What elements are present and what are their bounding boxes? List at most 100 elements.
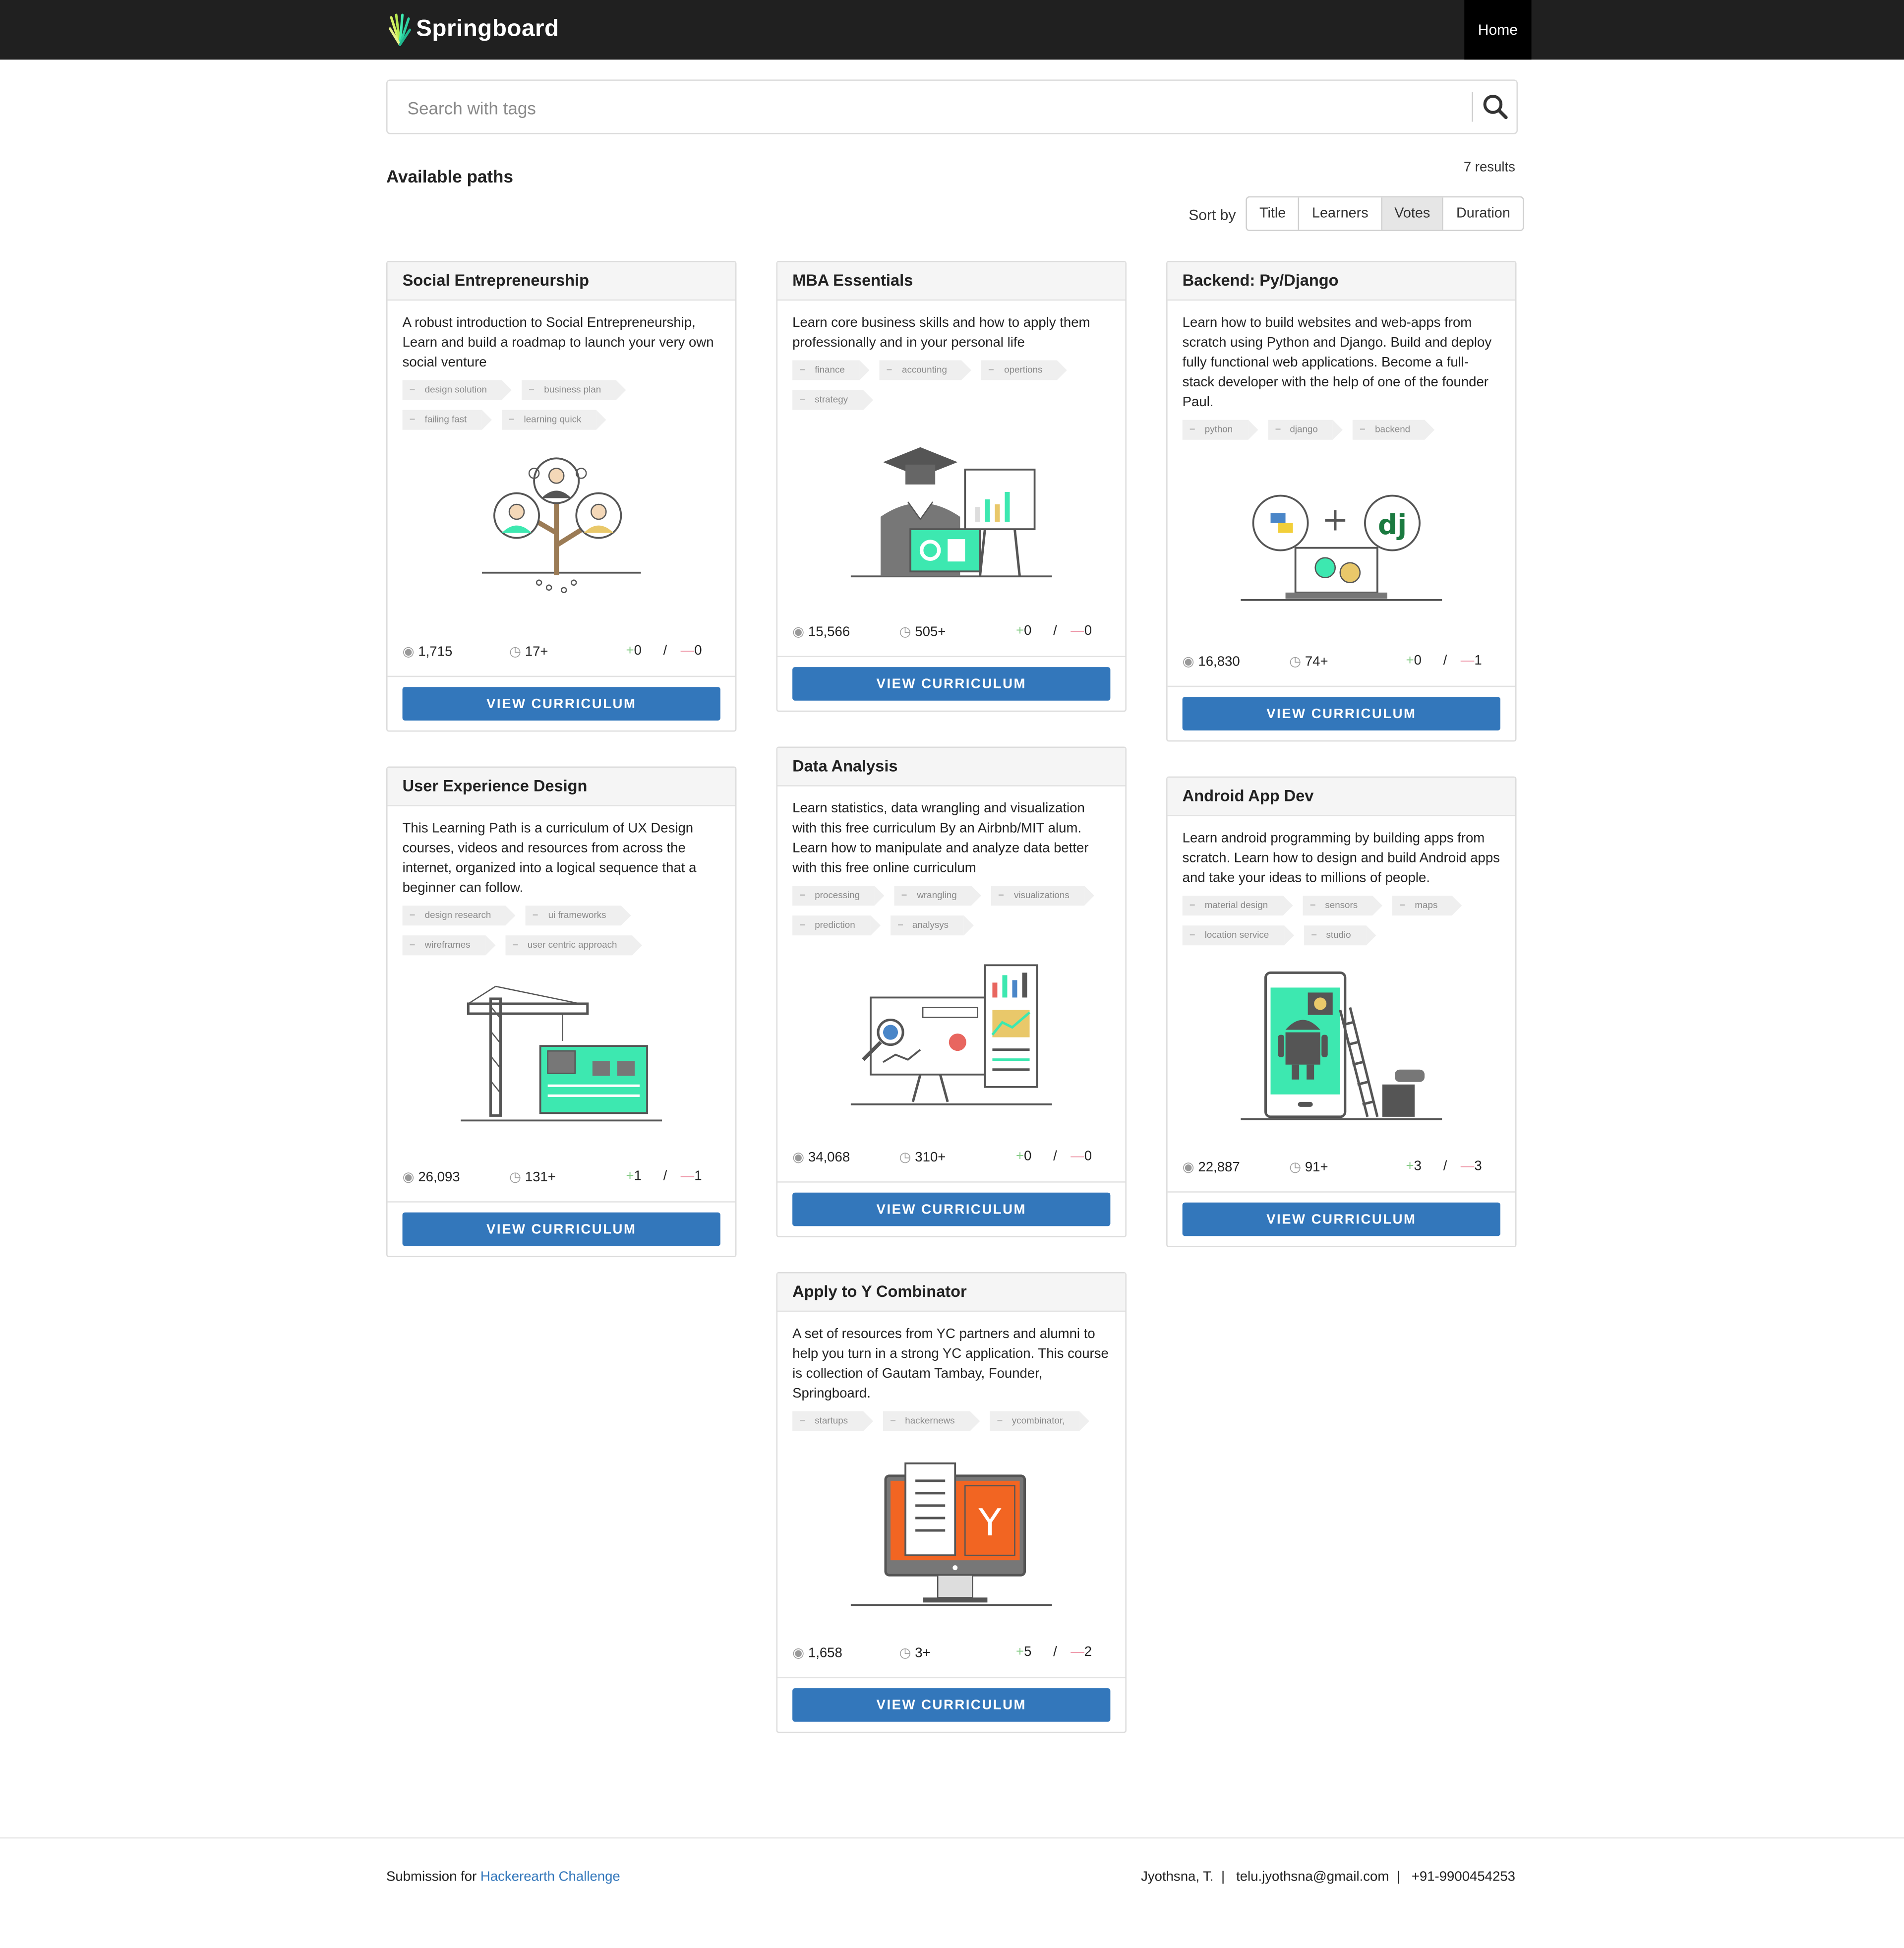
tag[interactable]: opertions (982, 360, 1068, 380)
downvote-count[interactable]: —0 (681, 644, 702, 659)
card-description: A set of resources from YC partners and … (792, 1327, 1109, 1401)
downvote-count[interactable]: —0 (1071, 1149, 1092, 1164)
tag[interactable]: design research (402, 906, 517, 926)
search-icon[interactable] (1481, 93, 1510, 121)
tag[interactable]: sensors (1303, 896, 1383, 916)
duration-value: ◷ 505+ (899, 624, 946, 640)
card-title: Apply to Y Combinator (777, 1273, 1126, 1312)
tag[interactable]: accounting (879, 360, 972, 380)
card-title: Android App Dev (1167, 778, 1515, 816)
vote-separator: / (663, 643, 667, 659)
tag[interactable]: ycombinator, (989, 1411, 1089, 1431)
brand-logo[interactable]: Springboard (389, 12, 559, 47)
nav-home[interactable]: Home (1464, 0, 1532, 60)
python-django-laptop-icon: + dj (1183, 440, 1500, 641)
card-description: This Learning Path is a curriculum of UX… (402, 821, 697, 896)
tag[interactable]: material design (1182, 896, 1293, 916)
view-curriculum-button[interactable]: VIEW CURRICULUM (792, 1688, 1111, 1722)
plus-icon: + (626, 1169, 634, 1184)
tag[interactable]: analysys (890, 915, 974, 936)
tag[interactable]: backend (1352, 420, 1436, 440)
tag[interactable]: failing fast (402, 410, 491, 430)
view-curriculum-button[interactable]: VIEW CURRICULUM (402, 1212, 720, 1246)
tag[interactable]: studio (1304, 925, 1376, 946)
upvote-count[interactable]: +1 (626, 1169, 641, 1184)
svg-text:dj: dj (1378, 509, 1407, 541)
upvote-count[interactable]: +0 (626, 644, 641, 659)
plus-icon: + (1406, 1159, 1414, 1174)
sort-options: Title Learners Votes Duration (1246, 196, 1524, 231)
clock-icon: ◷ (509, 645, 522, 660)
vote-separator: / (1443, 653, 1447, 669)
footer-separator: | (1221, 1869, 1225, 1885)
sort-label: Sort by (1189, 206, 1236, 224)
vote-separator: / (663, 1169, 667, 1184)
tag[interactable]: python (1182, 420, 1257, 440)
sort-learners-button[interactable]: Learners (1298, 197, 1381, 230)
downvote-count[interactable]: —0 (1071, 623, 1092, 638)
view-curriculum-button[interactable]: VIEW CURRICULUM (1182, 1202, 1500, 1236)
tag[interactable]: wireframes (402, 935, 495, 956)
upvote-count[interactable]: +0 (1406, 654, 1422, 669)
view-curriculum-button[interactable]: VIEW CURRICULUM (402, 687, 720, 721)
users-icon: ◉ (1182, 1160, 1194, 1175)
vote-separator: / (1053, 1149, 1057, 1164)
hackerearth-link[interactable]: Hackerearth Challenge (480, 1870, 620, 1885)
path-card: User Experience Design This Learning Pat… (386, 766, 737, 1257)
duration-value: ◷ 131+ (509, 1170, 556, 1185)
card-title: MBA Essentials (777, 262, 1126, 301)
view-curriculum-button[interactable]: VIEW CURRICULUM (792, 667, 1111, 701)
duration-value: ◷ 17+ (509, 645, 548, 660)
tag[interactable]: location service (1182, 925, 1294, 946)
footer-separator: | (1396, 1869, 1400, 1885)
downvote-count[interactable]: —1 (1461, 654, 1482, 669)
upvote-count[interactable]: +5 (1016, 1644, 1031, 1659)
downvote-count[interactable]: —3 (1461, 1159, 1482, 1174)
tag[interactable]: maps (1392, 896, 1463, 916)
upvote-count[interactable]: +0 (1016, 623, 1031, 638)
tag[interactable]: learning quick (501, 410, 607, 430)
tag[interactable]: finance (792, 360, 870, 380)
sort-title-button[interactable]: Title (1247, 197, 1299, 230)
sort-duration-button[interactable]: Duration (1442, 197, 1523, 230)
search-input[interactable] (405, 80, 1466, 136)
tag[interactable]: processing (792, 885, 885, 906)
vote-separator: / (1053, 1644, 1057, 1660)
tag[interactable]: startups (792, 1411, 873, 1431)
minus-icon: — (680, 643, 695, 659)
page-heading: Available paths (386, 166, 513, 186)
downvote-count[interactable]: —1 (681, 1169, 702, 1184)
downvote-count[interactable]: —2 (1071, 1644, 1092, 1659)
learners-count: ◉ 1,658 (792, 1645, 842, 1661)
card-stats: ◉ 26,093 ◷ 131+ +1 / —1 (403, 1166, 720, 1191)
learners-count: ◉ 22,887 (1182, 1160, 1240, 1175)
view-curriculum-button[interactable]: VIEW CURRICULUM (792, 1192, 1111, 1226)
path-card: Backend: Py/Django Learn how to build we… (1166, 261, 1517, 742)
author-name: Jyothsna, T. (1141, 1869, 1214, 1885)
path-card: Apply to Y Combinator A set of resources… (776, 1272, 1127, 1733)
tag[interactable]: wrangling (894, 885, 982, 906)
tag[interactable]: business plan (522, 380, 626, 400)
data-charts-board-icon (792, 935, 1110, 1137)
upvote-count[interactable]: +0 (1016, 1149, 1031, 1164)
tag-list: design solution business plan failing fa… (402, 380, 720, 430)
card-stats: ◉ 16,830 ◷ 74+ +0 / —1 (1183, 651, 1500, 676)
tag[interactable]: hackernews (883, 1411, 980, 1431)
users-icon: ◉ (1182, 655, 1194, 670)
tag[interactable]: visualizations (991, 885, 1094, 906)
tag-list: startups hackernews ycombinator, (792, 1411, 1110, 1431)
tag[interactable]: django (1267, 420, 1342, 440)
tag[interactable]: strategy (792, 390, 873, 410)
duration-value: ◷ 91+ (1289, 1160, 1328, 1175)
crane-wireframe-icon (403, 955, 720, 1157)
upvote-count[interactable]: +3 (1406, 1159, 1422, 1174)
tag[interactable]: ui frameworks (526, 906, 631, 926)
tag[interactable]: prediction (792, 915, 880, 936)
view-curriculum-button[interactable]: VIEW CURRICULUM (1182, 697, 1500, 730)
sort-votes-button[interactable]: Votes (1380, 197, 1443, 230)
minus-icon: — (1460, 653, 1475, 669)
learners-count: ◉ 26,093 (402, 1170, 460, 1185)
footer-divider (0, 1837, 1904, 1839)
tag[interactable]: design solution (402, 380, 512, 400)
tag[interactable]: user centric approach (505, 935, 642, 956)
